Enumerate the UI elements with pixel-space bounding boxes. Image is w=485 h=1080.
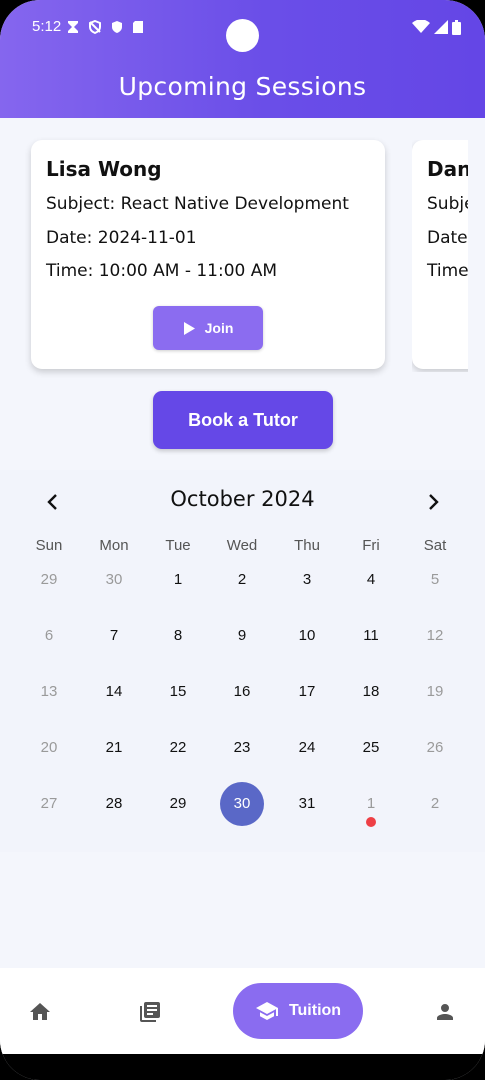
session-subject: Subje	[427, 194, 468, 214]
calendar-day[interactable]: 14	[92, 670, 136, 714]
calendar-day[interactable]: 28	[92, 782, 136, 826]
calendar-day[interactable]: 30	[92, 558, 136, 602]
battery-icon	[452, 20, 461, 35]
calendar-day[interactable]: 9	[220, 614, 264, 658]
signal-icon	[434, 20, 448, 34]
weekday-label: Sat	[423, 537, 447, 554]
weekday-label: Fri	[362, 537, 380, 554]
calendar-day[interactable]: 31	[285, 782, 329, 826]
sdcard-icon	[133, 21, 143, 33]
chevron-right-icon[interactable]	[421, 490, 445, 514]
calendar-day[interactable]: 25	[349, 726, 393, 770]
session-card[interactable]: Dan Subje Date Time	[412, 140, 468, 369]
event-dot	[366, 817, 376, 827]
gesture-bar	[0, 1054, 485, 1080]
weekday-label: Mon	[99, 537, 129, 554]
weekday-label: Thu	[294, 537, 320, 554]
graduation-cap-icon	[255, 1002, 278, 1020]
calendar-day[interactable]: 7	[92, 614, 136, 658]
session-subject: Subject: React Native Development	[46, 194, 349, 214]
header: 5:12 Upcoming Sessions	[0, 0, 485, 118]
calendar-day[interactable]: 20	[27, 726, 71, 770]
tab-tuition[interactable]: Tuition	[233, 983, 363, 1039]
calendar-day[interactable]: 8	[156, 614, 200, 658]
calendar-day[interactable]: 12	[413, 614, 457, 658]
calendar-day[interactable]: 2	[413, 782, 457, 826]
join-label: Join	[204, 320, 234, 336]
calendar: October 2024 Sun Mon Tue Wed Thu Fri Sat 29 30 1 2…	[0, 470, 485, 852]
join-button[interactable]: Join	[153, 306, 263, 350]
bottom-nav: Tuition	[0, 968, 485, 1054]
session-card: Lisa Wong Subject: React Native Developm…	[31, 140, 385, 369]
calendar-day[interactable]: 29	[27, 558, 71, 602]
session-date: Date: 2024-11-01	[46, 228, 197, 248]
calendar-day[interactable]: 29	[156, 782, 200, 826]
calendar-day[interactable]: 16	[220, 670, 264, 714]
calendar-day[interactable]: 19	[413, 670, 457, 714]
calendar-day[interactable]: 30	[220, 782, 264, 826]
month-label: October 2024	[170, 487, 315, 511]
calendar-day[interactable]: 27	[27, 782, 71, 826]
hourglass-icon	[68, 21, 78, 33]
calendar-day[interactable]: 24	[285, 726, 329, 770]
shield-off-icon	[89, 20, 101, 34]
tab-tuition-label: Tuition	[288, 1002, 342, 1019]
calendar-day[interactable]: 18	[349, 670, 393, 714]
calendar-day[interactable]: 6	[27, 614, 71, 658]
wifi-icon	[412, 20, 430, 33]
calendar-day[interactable]: 13	[27, 670, 71, 714]
calendar-day[interactable]: 4	[349, 558, 393, 602]
tutor-name: Lisa Wong	[46, 157, 162, 181]
home-icon[interactable]	[28, 1000, 52, 1024]
camera-cutout	[226, 19, 259, 52]
calendar-day[interactable]: 10	[285, 614, 329, 658]
weekday-label: Wed	[226, 537, 258, 554]
tutor-name: Dan	[427, 157, 468, 181]
session-time: Time: 10:00 AM - 11:00 AM	[46, 261, 278, 281]
play-icon	[183, 321, 195, 335]
calendar-day[interactable]: 3	[285, 558, 329, 602]
calendar-day[interactable]: 1	[156, 558, 200, 602]
weekday-label: Tue	[165, 537, 191, 554]
book-icon[interactable]	[138, 1000, 162, 1024]
calendar-day[interactable]: 21	[92, 726, 136, 770]
calendar-day[interactable]: 11	[349, 614, 393, 658]
calendar-day[interactable]: 17	[285, 670, 329, 714]
calendar-day[interactable]: 26	[413, 726, 457, 770]
person-icon[interactable]	[433, 1000, 457, 1024]
session-date: Date	[427, 228, 468, 248]
calendar-day[interactable]: 23	[220, 726, 264, 770]
session-time: Time	[427, 261, 468, 281]
phone-screen: 5:12 Upcoming Sessions Lisa Wong Subject…	[0, 0, 485, 1080]
calendar-day[interactable]: 5	[413, 558, 457, 602]
book-tutor-button[interactable]: Book a Tutor	[153, 391, 333, 449]
calendar-day[interactable]: 15	[156, 670, 200, 714]
weekday-label: Sun	[35, 537, 63, 554]
session-card-clip: Dan Subje Date Time	[412, 140, 468, 372]
calendar-day[interactable]: 2	[220, 558, 264, 602]
page-title: Upcoming Sessions	[118, 72, 367, 101]
calendar-day[interactable]: 22	[156, 726, 200, 770]
shield-icon	[112, 21, 122, 33]
status-time: 5:12	[32, 18, 62, 35]
